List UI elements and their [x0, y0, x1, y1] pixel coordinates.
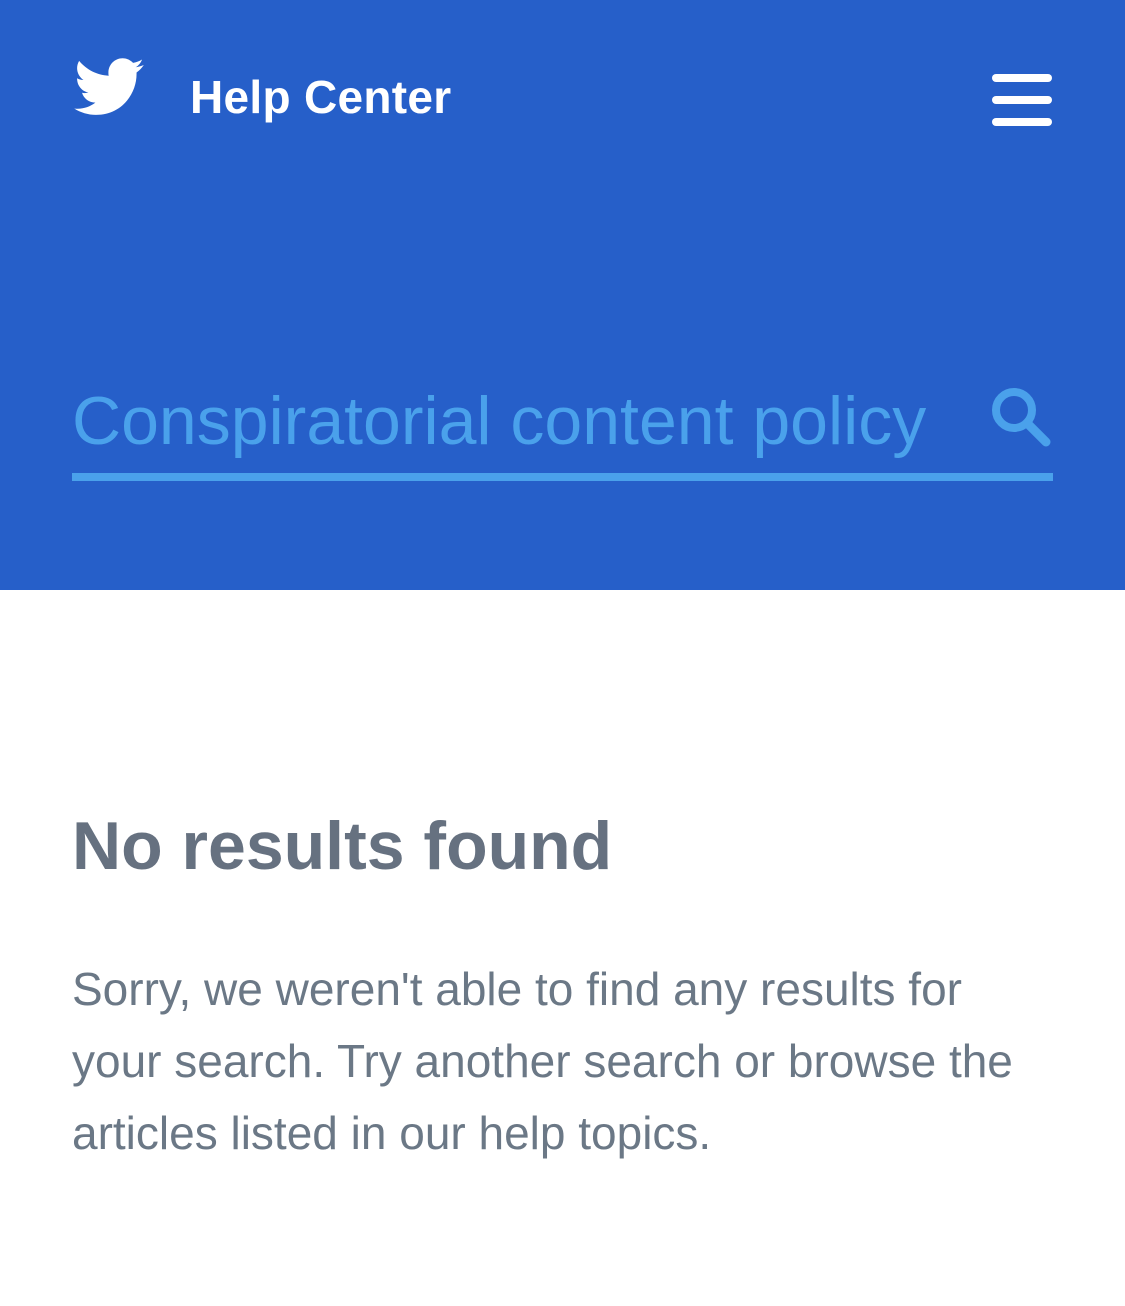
twitter-bird-icon[interactable]: [74, 58, 144, 116]
menu-button[interactable]: [990, 70, 1054, 128]
help-center-title[interactable]: Help Center: [190, 70, 451, 124]
no-results-message: Sorry, we weren't able to find any resul…: [72, 963, 1013, 1159]
search-underline: [72, 473, 1053, 481]
no-results-title: No results found: [72, 808, 613, 884]
search-input[interactable]: [72, 378, 977, 464]
search-icon[interactable]: [988, 384, 1052, 448]
search-bar: [72, 370, 1053, 482]
header-banner: Help Center: [0, 0, 1125, 590]
